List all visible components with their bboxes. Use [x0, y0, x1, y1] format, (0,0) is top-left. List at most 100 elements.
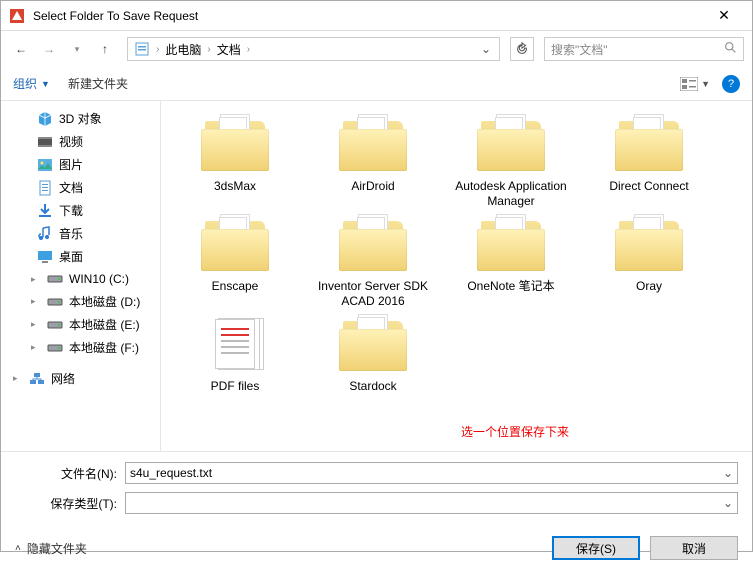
- sidebar-item-label: 桌面: [59, 248, 83, 265]
- sidebar-item-label: WIN10 (C:): [69, 272, 129, 286]
- filetype-label: 保存类型(T):: [15, 495, 125, 512]
- filetype-value[interactable]: [130, 496, 717, 510]
- address-bar[interactable]: › 此电脑 › 文档 › ⌄: [127, 37, 500, 61]
- view-mode-button[interactable]: ▼: [680, 77, 710, 91]
- folder-icon: [130, 41, 154, 57]
- close-button[interactable]: ✕: [704, 7, 744, 24]
- sidebar-item-network[interactable]: ▸ 网络: [1, 367, 160, 390]
- sidebar-item-label: 网络: [51, 370, 75, 387]
- folder-label: PDF files: [211, 379, 260, 394]
- sidebar-item[interactable]: ▸ 本地磁盘 (F:): [1, 336, 160, 359]
- help-button[interactable]: ?: [722, 75, 740, 93]
- expand-icon[interactable]: ▸: [31, 296, 41, 307]
- expand-icon[interactable]: ▸: [31, 274, 41, 285]
- up-button[interactable]: ↑: [93, 37, 117, 61]
- new-folder-button[interactable]: 新建文件夹: [68, 75, 128, 92]
- annotation-text: 选一个位置保存下来: [461, 423, 569, 440]
- breadcrumb-root[interactable]: 此电脑: [161, 41, 205, 58]
- file-list[interactable]: 3dsMax AirDroid Autodesk Application Manag…: [161, 101, 752, 451]
- desktop-icon: [37, 249, 53, 265]
- sidebar-item[interactable]: 音乐: [1, 222, 160, 245]
- sidebar-item[interactable]: ▸ 本地磁盘 (E:): [1, 313, 160, 336]
- folder-label: Oray: [636, 279, 662, 294]
- folder-icon: [337, 115, 409, 173]
- sidebar-item[interactable]: 下载: [1, 199, 160, 222]
- folder-item[interactable]: Inventor Server SDK ACAD 2016: [309, 215, 437, 309]
- sidebar-item-label: 下载: [59, 202, 83, 219]
- sidebar-item-label: 本地磁盘 (D:): [69, 293, 140, 310]
- address-dropdown[interactable]: ⌄: [475, 42, 497, 56]
- sidebar-item-label: 本地磁盘 (E:): [69, 316, 140, 333]
- folder-icon: [475, 215, 547, 273]
- chevron-right-icon[interactable]: ›: [205, 44, 212, 55]
- folder-item[interactable]: OneNote 笔记本: [447, 215, 575, 309]
- filename-dropdown[interactable]: ⌄: [717, 466, 733, 480]
- save-button[interactable]: 保存(S): [552, 536, 640, 560]
- folder-label: 3dsMax: [214, 179, 256, 194]
- back-button[interactable]: ←: [9, 37, 33, 61]
- folder-icon: [475, 115, 547, 173]
- sidebar-item[interactable]: ▸ 本地磁盘 (D:): [1, 290, 160, 313]
- chevron-right-icon[interactable]: ›: [154, 44, 161, 55]
- folder-item[interactable]: Oray: [585, 215, 713, 309]
- folder-label: AirDroid: [351, 179, 394, 194]
- filetype-dropdown[interactable]: ⌄: [717, 496, 733, 510]
- save-form: 文件名(N): ⌄ 保存类型(T): ⌄: [1, 451, 752, 528]
- 3d-icon: [37, 111, 53, 127]
- footer: ˄ 隐藏文件夹 保存(S) 取消: [1, 528, 752, 568]
- forward-button[interactable]: →: [37, 37, 61, 61]
- filetype-select[interactable]: ⌄: [125, 492, 738, 514]
- folder-label: Autodesk Application Manager: [447, 179, 575, 209]
- sidebar-item-label: 图片: [59, 156, 83, 173]
- window-title: Select Folder To Save Request: [33, 9, 704, 23]
- cancel-button[interactable]: 取消: [650, 536, 738, 560]
- filename-label: 文件名(N):: [15, 465, 125, 482]
- folder-item[interactable]: AirDroid: [309, 115, 437, 209]
- folder-icon: [337, 215, 409, 273]
- folder-label: OneNote 笔记本: [467, 279, 554, 294]
- sidebar-item[interactable]: 图片: [1, 153, 160, 176]
- sidebar-item[interactable]: 文档: [1, 176, 160, 199]
- hide-folders-toggle[interactable]: ˄ 隐藏文件夹: [15, 540, 87, 557]
- search-icon: [724, 41, 737, 57]
- folder-icon: [199, 215, 271, 273]
- folder-item[interactable]: Enscape: [171, 215, 299, 309]
- video-icon: [37, 134, 53, 150]
- toolbar: 组织 ▼ 新建文件夹 ▼ ?: [1, 67, 752, 101]
- sidebar-item-label: 本地磁盘 (F:): [69, 339, 139, 356]
- sidebar: 3D 对象视频图片文档下载音乐桌面 ▸ WIN10 (C:) ▸ 本地磁盘 (D:) ▸ 本…: [1, 101, 161, 451]
- organize-menu[interactable]: 组织 ▼: [13, 75, 50, 92]
- filename-input[interactable]: ⌄: [125, 462, 738, 484]
- pictures-icon: [37, 157, 53, 173]
- folder-label: Enscape: [212, 279, 259, 294]
- folder-item[interactable]: Direct Connect: [585, 115, 713, 209]
- search-placeholder: 搜索"文档": [551, 41, 608, 58]
- search-input[interactable]: 搜索"文档": [544, 37, 744, 61]
- folder-item[interactable]: 3dsMax: [171, 115, 299, 209]
- expand-icon[interactable]: ▸: [13, 373, 23, 384]
- folder-icon: [613, 115, 685, 173]
- refresh-button[interactable]: [510, 37, 534, 61]
- folder-label: Direct Connect: [609, 179, 688, 194]
- recent-dropdown[interactable]: ▾: [65, 37, 89, 61]
- sidebar-item-label: 音乐: [59, 225, 83, 242]
- sidebar-item[interactable]: ▸ WIN10 (C:): [1, 268, 160, 290]
- music-icon: [37, 226, 53, 242]
- filename-value[interactable]: [130, 466, 717, 480]
- sidebar-item[interactable]: 3D 对象: [1, 107, 160, 130]
- sidebar-item[interactable]: 视频: [1, 130, 160, 153]
- sidebar-item[interactable]: 桌面: [1, 245, 160, 268]
- sidebar-item-label: 文档: [59, 179, 83, 196]
- folder-item[interactable]: Autodesk Application Manager: [447, 115, 575, 209]
- folder-item[interactable]: Stardock: [309, 315, 437, 394]
- expand-icon[interactable]: ▸: [31, 319, 41, 330]
- folder-icon: [613, 215, 685, 273]
- folder-icon: [199, 115, 271, 173]
- breadcrumb-segment[interactable]: 文档: [213, 41, 245, 58]
- folder-label: Stardock: [349, 379, 396, 394]
- folder-item[interactable]: PDF files: [171, 315, 299, 394]
- downloads-icon: [37, 203, 53, 219]
- expand-icon[interactable]: ▸: [31, 342, 41, 353]
- app-icon: [9, 8, 25, 24]
- chevron-right-icon[interactable]: ›: [245, 44, 252, 55]
